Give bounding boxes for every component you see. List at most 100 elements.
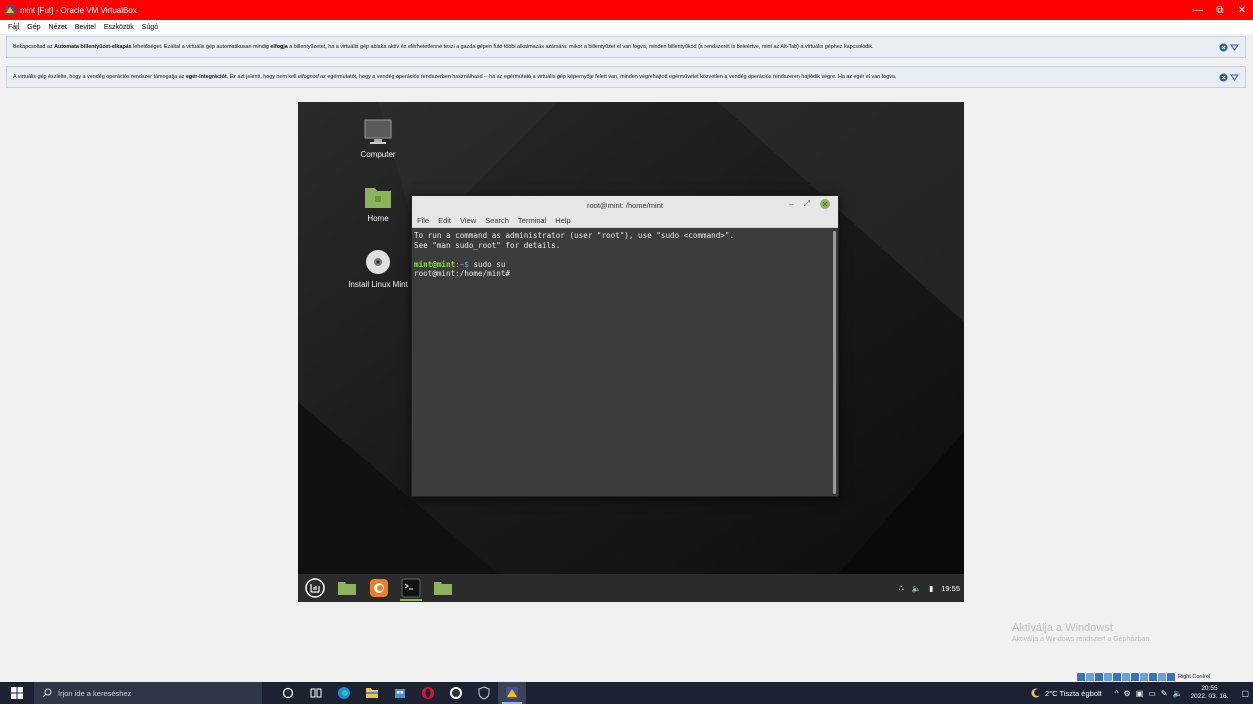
shared-folders-icon[interactable]: [1122, 673, 1130, 681]
firefox-icon: [370, 579, 388, 597]
battery-icon[interactable]: ▮: [929, 584, 933, 593]
hard-disk-icon[interactable]: [1077, 673, 1085, 681]
volume-tray-icon[interactable]: 🔈: [1173, 689, 1183, 698]
search-placeholder: Írjon ide a kereséshez: [58, 688, 132, 698]
panel-terminal-button[interactable]: [398, 575, 424, 601]
taskbar-edge[interactable]: [330, 682, 358, 704]
notifications-icon[interactable]: ▢: [1241, 689, 1249, 698]
minimize-button[interactable]: —: [1187, 0, 1209, 20]
task-view-button[interactable]: [302, 682, 330, 704]
file-explorer-icon: [366, 688, 378, 698]
host-key-label: Right Control: [1178, 674, 1211, 680]
taskbar-opera[interactable]: [414, 682, 442, 704]
taskbar-obs[interactable]: [442, 682, 470, 704]
cortana-button[interactable]: [274, 682, 302, 704]
terminal-minimize-button[interactable]: –: [789, 200, 793, 209]
desktop-icon-computer[interactable]: Computer: [338, 118, 418, 159]
taskbar-app-shield[interactable]: [470, 682, 498, 704]
terminal-line: mint@mint:~$ sudo su: [414, 260, 830, 270]
folder-icon: [434, 582, 452, 595]
recording-icon[interactable]: [1140, 673, 1148, 681]
terminal-window[interactable]: root@mint: /home/mint – ⤢ ✕ File Edit Vi…: [411, 195, 839, 497]
do-not-show-again-icon[interactable]: [1230, 43, 1239, 52]
vbox-titlebar[interactable]: mint [Fut] - Oracle VM VirtualBox — ⧉ ✕: [0, 0, 1253, 20]
terminal-icon: [401, 578, 421, 598]
terminal-scrollbar[interactable]: [833, 231, 836, 494]
pen-tray-icon[interactable]: ✎: [1161, 689, 1168, 698]
audio-icon[interactable]: [1095, 673, 1103, 681]
panel-files-button[interactable]: [334, 575, 360, 601]
terminal-menu-terminal[interactable]: Terminal: [518, 216, 546, 225]
show-hidden-icons-icon[interactable]: ^: [1115, 689, 1119, 698]
network-adapter-icon[interactable]: [1104, 673, 1112, 681]
notif-text: a billentyűzetet, ha a virtuális gép abl…: [287, 44, 874, 50]
panel-firefox-button[interactable]: [366, 575, 392, 601]
close-notification-icon[interactable]: [1219, 73, 1228, 82]
terminal-output[interactable]: To run a command as administrator (user …: [412, 229, 832, 495]
battery-tray-icon[interactable]: ▭: [1148, 689, 1156, 698]
terminal-menu-help[interactable]: Help: [555, 216, 570, 225]
taskbar-store[interactable]: [386, 682, 414, 704]
windows-logo-icon: [11, 687, 23, 699]
optical-drive-icon[interactable]: [1086, 673, 1094, 681]
terminal-close-button[interactable]: ✕: [820, 199, 830, 209]
volume-icon[interactable]: 🔈: [912, 584, 921, 593]
menu-devices[interactable]: Eszközök: [104, 24, 134, 31]
keyboard-icon[interactable]: [1167, 673, 1175, 681]
terminal-line: root@mint:/home/mint#: [414, 269, 511, 278]
notif-bold: egér-integrációt: [185, 74, 227, 80]
guest-screen[interactable]: Computer Home Install Linux Mint root@mi…: [298, 102, 964, 602]
network-tray-icon[interactable]: ▣: [1136, 689, 1144, 698]
menu-view[interactable]: Nézet: [49, 24, 67, 31]
tray-app-icon[interactable]: ⚙: [1124, 689, 1131, 698]
usb-icon[interactable]: [1113, 673, 1121, 681]
terminal-titlebar[interactable]: root@mint: /home/mint – ⤢ ✕: [412, 196, 838, 214]
terminal-line: To run a command as administrator (user …: [414, 231, 735, 240]
notif-bold: elfogja: [270, 44, 288, 50]
terminal-maximize-button[interactable]: ⤢: [804, 199, 810, 209]
taskbar-file-explorer[interactable]: [358, 682, 386, 704]
edge-icon: [338, 687, 350, 699]
taskbar-search-box[interactable]: Írjon ide a kereséshez: [34, 682, 262, 704]
terminal-title: root@mint: /home/mint: [587, 200, 663, 210]
maximize-button[interactable]: ⧉: [1209, 0, 1231, 20]
prompt-user: mint@mint: [414, 259, 456, 269]
prompt-command: sudo su: [468, 259, 506, 269]
taskbar-clock[interactable]: 20:55 2022. 03. 16.: [1190, 685, 1228, 701]
menu-input[interactable]: Bevitel: [75, 24, 96, 31]
start-button[interactable]: [0, 682, 34, 704]
menu-machine[interactable]: Gép: [27, 24, 40, 31]
do-not-show-again-icon[interactable]: [1230, 73, 1239, 82]
network-icon[interactable]: ⛬: [898, 583, 903, 593]
notif-text: . Ez azt jelenti, hogy nem kell: [226, 74, 298, 80]
terminal-menu-view[interactable]: View: [460, 216, 476, 225]
desktop-icon-install-linux-mint[interactable]: Install Linux Mint: [338, 248, 418, 289]
weather-widget[interactable]: 2°C Tiszta égbolt: [1031, 688, 1102, 698]
close-notification-icon[interactable]: [1219, 43, 1228, 52]
notif-text: lehetőséget. Ezáltal a virtuális gép aut…: [131, 44, 271, 50]
system-tray: 2°C Tiszta égbolt ^ ⚙ ▣ ▭ ✎ 🔈 20:55 2022…: [1031, 685, 1253, 701]
clock-date: 2022. 03. 16.: [1190, 693, 1229, 700]
panel-folder-button[interactable]: [430, 575, 456, 601]
menu-file[interactable]: Fájl: [8, 24, 19, 31]
notif-italic: elfognod: [297, 74, 319, 80]
taskbar-virtualbox[interactable]: [498, 682, 526, 704]
terminal-menu-file[interactable]: File: [417, 216, 429, 225]
menu-help[interactable]: Súgó: [142, 24, 158, 31]
desktop-icon-label: Home: [367, 214, 389, 223]
shield-icon: [478, 686, 490, 700]
task-view-icon: [310, 688, 322, 698]
cpu-icon[interactable]: [1149, 673, 1157, 681]
mint-menu-button[interactable]: [302, 575, 328, 601]
prompt-path: :~$: [455, 259, 469, 269]
terminal-menu-search[interactable]: Search: [485, 216, 509, 225]
notif-text: Bekapcsoltad az: [13, 44, 55, 50]
files-icon: [338, 582, 356, 595]
terminal-menu-edit[interactable]: Edit: [438, 216, 451, 225]
close-button[interactable]: ✕: [1231, 0, 1253, 20]
mouse-integration-icon[interactable]: [1158, 673, 1166, 681]
panel-clock[interactable]: 19:55: [941, 584, 960, 593]
display-icon[interactable]: [1131, 673, 1139, 681]
windows-activation-watermark: Aktiválja a Windowst Aktiválja a Windows…: [1012, 622, 1151, 643]
desktop-icon-home[interactable]: Home: [338, 184, 418, 223]
